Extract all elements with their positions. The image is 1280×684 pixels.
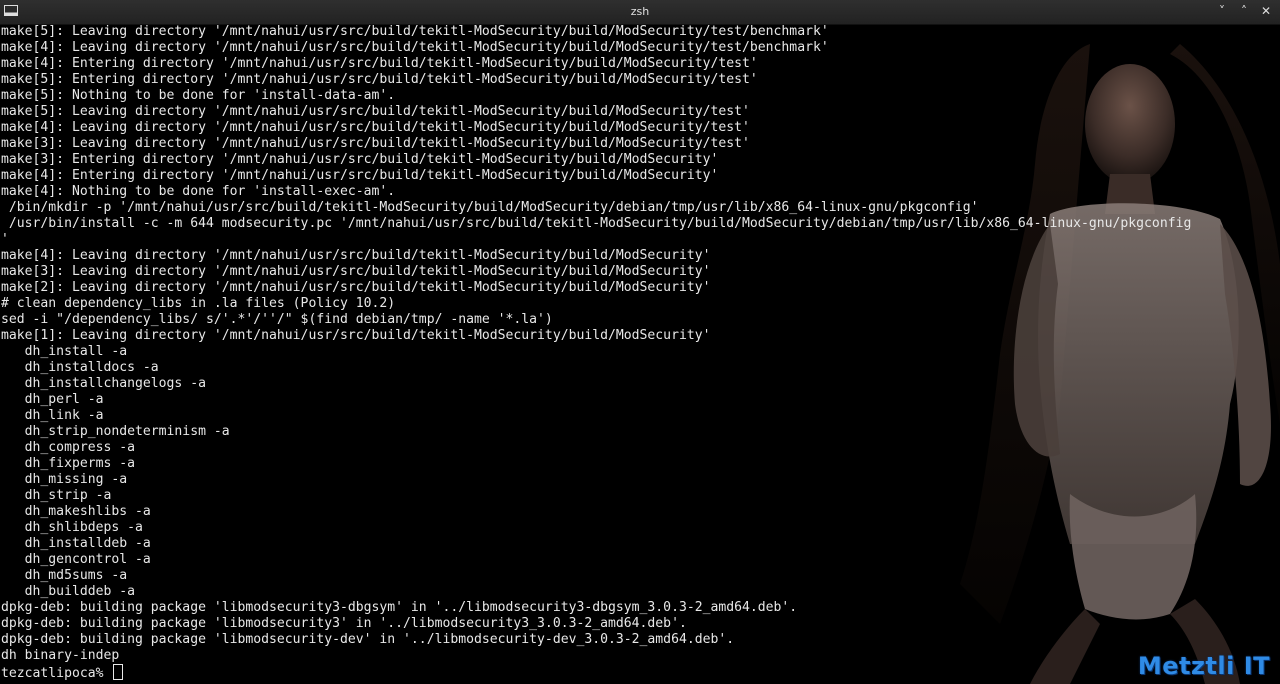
terminal-line: dh_strip_nondeterminism -a xyxy=(1,424,230,439)
title-bar[interactable]: zsh ˅ ˄ ✕ xyxy=(0,0,1280,25)
terminal-line: dh_gencontrol -a xyxy=(1,552,151,567)
terminal-line: dh_installchangelogs -a xyxy=(1,376,206,391)
terminal-line: make[3]: Leaving directory '/mnt/nahui/u… xyxy=(1,136,750,151)
text-cursor[interactable] xyxy=(113,664,124,680)
terminal-line: dh_perl -a xyxy=(1,392,104,407)
terminal-line: make[5]: Entering directory '/mnt/nahui/… xyxy=(1,72,758,87)
shell-prompt: tezcatlipoca% xyxy=(1,666,112,681)
terminal-line: make[5]: Leaving directory '/mnt/nahui/u… xyxy=(1,24,829,39)
terminal-line: dh_compress -a xyxy=(1,440,136,455)
terminal-line: /bin/mkdir -p '/mnt/nahui/usr/src/build/… xyxy=(1,200,979,215)
terminal-line: make[5]: Leaving directory '/mnt/nahui/u… xyxy=(1,104,750,119)
close-icon: ✕ xyxy=(1260,4,1272,18)
terminal-line: ' xyxy=(1,232,9,247)
terminal-line: dh_link -a xyxy=(1,408,104,423)
window-title: zsh xyxy=(630,5,650,18)
chevron-down-icon: ˅ xyxy=(1219,4,1225,18)
terminal-line: dh_fixperms -a xyxy=(1,456,136,471)
terminal-line: dh_install -a xyxy=(1,344,128,359)
terminal-line: make[4]: Leaving directory '/mnt/nahui/u… xyxy=(1,40,829,55)
terminal-line: dh_missing -a xyxy=(1,472,128,487)
command-prompt-line[interactable]: tezcatlipoca% xyxy=(1,664,1191,681)
terminal-line: make[4]: Entering directory '/mnt/nahui/… xyxy=(1,168,719,183)
terminal-line: make[5]: Nothing to be done for 'install… xyxy=(1,88,396,103)
terminal-line: dh_shlibdeps -a xyxy=(1,520,143,535)
terminal-window: zsh ˅ ˄ ✕ make[5]: Leaving directory '/m… xyxy=(0,0,1280,684)
terminal-line: make[2]: Leaving directory '/mnt/nahui/u… xyxy=(1,280,711,295)
minimize-button[interactable]: ˅ xyxy=(1214,3,1230,19)
terminal-line: make[3]: Entering directory '/mnt/nahui/… xyxy=(1,152,719,167)
close-button[interactable]: ✕ xyxy=(1258,3,1274,19)
terminal-line: dpkg-deb: building package 'libmodsecuri… xyxy=(1,632,735,647)
terminal-text: make[5]: Leaving directory '/mnt/nahui/u… xyxy=(0,24,1192,681)
terminal-line: /usr/bin/install -c -m 644 modsecurity.p… xyxy=(1,216,1192,231)
terminal-line: make[4]: Nothing to be done for 'install… xyxy=(1,184,396,199)
chevron-up-icon: ˄ xyxy=(1241,4,1247,18)
watermark-text: Metztli IT xyxy=(1137,652,1270,680)
terminal-line: make[4]: Leaving directory '/mnt/nahui/u… xyxy=(1,120,750,135)
terminal-line: dpkg-deb: building package 'libmodsecuri… xyxy=(1,600,798,615)
terminal-line: dh_installdocs -a xyxy=(1,360,159,375)
terminal-line: make[1]: Leaving directory '/mnt/nahui/u… xyxy=(1,328,711,343)
terminal-line: dh_strip -a xyxy=(1,488,112,503)
terminal-line: make[4]: Leaving directory '/mnt/nahui/u… xyxy=(1,248,711,263)
terminal-output[interactable]: make[5]: Leaving directory '/mnt/nahui/u… xyxy=(0,24,1280,684)
terminal-line: make[4]: Entering directory '/mnt/nahui/… xyxy=(1,56,758,71)
terminal-line: dh binary-indep xyxy=(1,648,120,663)
terminal-line: # clean dependency_libs in .la files (Po… xyxy=(1,296,396,311)
terminal-line: dh_makeshlibs -a xyxy=(1,504,151,519)
terminal-line: dpkg-deb: building package 'libmodsecuri… xyxy=(1,616,687,631)
terminal-line: make[3]: Leaving directory '/mnt/nahui/u… xyxy=(1,264,711,279)
terminal-line: dh_md5sums -a xyxy=(1,568,128,583)
terminal-line: dh_installdeb -a xyxy=(1,536,151,551)
terminal-line: dh_builddeb -a xyxy=(1,584,136,599)
maximize-button[interactable]: ˄ xyxy=(1236,3,1252,19)
terminal-line: sed -i "/dependency_libs/ s/'.*'/''/" $(… xyxy=(1,312,553,327)
